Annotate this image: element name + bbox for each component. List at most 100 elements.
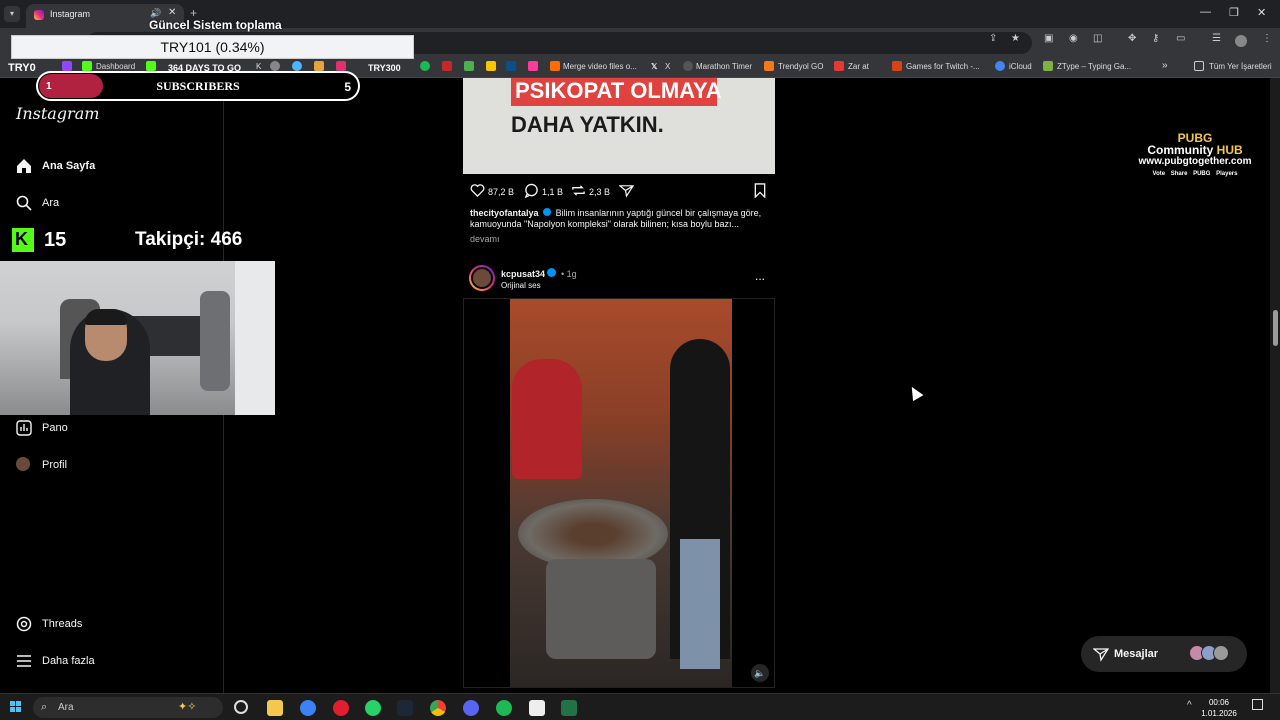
mute-icon[interactable]: 🔈 — [751, 664, 769, 682]
minimize-icon[interactable]: — — [1200, 6, 1211, 18]
webcam-chair-right — [200, 291, 230, 391]
settings-icon[interactable] — [234, 700, 248, 714]
star-badge-icon[interactable] — [486, 61, 496, 71]
trendyol-icon[interactable] — [764, 61, 774, 71]
tab-list-icon[interactable]: ☰ — [1212, 33, 1221, 44]
bookmark-icloud[interactable]: iCloud — [1009, 62, 1032, 71]
bookmark-star-icon[interactable]: ★ — [1011, 33, 1020, 44]
dice-icon[interactable] — [834, 61, 844, 71]
globe-icon[interactable] — [292, 61, 302, 71]
twitch-icon[interactable] — [62, 61, 72, 71]
post-audio-link[interactable]: Orijinal ses — [501, 281, 541, 290]
whatsapp-icon[interactable] — [365, 700, 381, 716]
bookmark-merge-video[interactable]: Merge video files o... — [563, 62, 637, 71]
close-window-icon[interactable]: ✕ — [1257, 6, 1266, 19]
instagram-icon[interactable] — [336, 61, 346, 71]
bookmark-all[interactable]: Tüm Yer İşaretleri — [1209, 62, 1272, 71]
video-stove — [546, 559, 656, 659]
device-icon[interactable]: ▭ — [1176, 33, 1185, 44]
webcam-overlay — [0, 261, 275, 415]
bookmark-icon — [754, 183, 766, 198]
caption-username[interactable]: thecityofantalya — [470, 208, 539, 218]
messages-button[interactable]: Mesajlar — [1081, 636, 1247, 672]
ticker-try300: TRY300 — [368, 63, 401, 73]
games-icon[interactable] — [892, 61, 902, 71]
bookmark-x[interactable]: X — [665, 62, 670, 71]
translate-icon[interactable]: ▣ — [1044, 33, 1053, 44]
bookmark-zar-at[interactable]: Zar at — [848, 62, 869, 71]
windows-start-icon[interactable] — [10, 701, 22, 713]
stream-ticker: TRY101 (0.34%) — [11, 35, 414, 59]
media-icon[interactable] — [528, 61, 538, 71]
tool-icon[interactable]: ✥ — [1128, 33, 1136, 44]
taskbar-search[interactable]: ⌕ Ara ✦✧ — [33, 697, 223, 718]
video-person-red-hoodie — [512, 359, 582, 479]
install-app-icon[interactable]: ⇪ — [989, 33, 997, 44]
reposts-count: 2,3 B — [589, 187, 611, 197]
merge-icon[interactable] — [550, 61, 560, 71]
puzzle-icon[interactable]: ◫ — [1093, 33, 1102, 44]
page-scrollbar[interactable] — [1270, 78, 1280, 693]
spotify-icon[interactable] — [420, 61, 430, 71]
caption-more-link[interactable]: devamı — [470, 234, 500, 244]
pubg-community-hub-overlay: PUBG Community HUB www.pubgtogether.com … — [1132, 132, 1258, 180]
app-icon[interactable] — [300, 700, 316, 716]
steam-icon[interactable] — [397, 700, 413, 716]
more-options-icon[interactable]: ... — [755, 269, 765, 283]
chevron-up-icon[interactable]: ^ — [1187, 700, 1192, 711]
profile-avatar[interactable] — [1235, 35, 1247, 47]
pubg-subtitle: Community HUB — [1132, 144, 1258, 156]
download-icon[interactable] — [464, 61, 474, 71]
file-explorer-icon[interactable] — [267, 700, 283, 716]
x-icon[interactable]: 𝕏 — [651, 62, 657, 71]
extension-icon[interactable]: ◉ — [1069, 33, 1078, 44]
repost-icon — [572, 185, 585, 196]
followers-count: Takipçi: 466 — [135, 229, 243, 250]
browser-menu-icon[interactable]: ⋮ — [1262, 33, 1272, 44]
bookmark-icon[interactable] — [314, 61, 324, 71]
bookmark-trendyol[interactable]: Trendyol GO — [778, 62, 824, 71]
avatar[interactable] — [469, 265, 495, 291]
post-video[interactable]: 🔈 — [463, 298, 775, 688]
post-image[interactable]: PSIKOPAT OLMAYA DAHA YATKIN. — [463, 78, 775, 174]
taskbar-time: 00:06 — [1208, 698, 1230, 707]
bookmark-ztype[interactable]: ZType – Typing Ga... — [1057, 62, 1131, 71]
post-time: • 1g — [561, 269, 577, 279]
ztype-icon[interactable] — [1043, 61, 1053, 71]
more-bookmarks-button[interactable]: » — [1162, 60, 1168, 71]
opera-icon[interactable] — [333, 700, 349, 716]
spotify-icon[interactable] — [496, 700, 512, 716]
flame-icon[interactable] — [442, 61, 452, 71]
post-actions: 87,2 B 1,1 B 2,3 B — [470, 183, 770, 201]
square-icon[interactable] — [506, 61, 516, 71]
windows-taskbar: ⌕ Ara ✦✧ ^ 00:06 1.01.2026 — [0, 693, 1280, 720]
bookmark-k[interactable]: K — [256, 62, 261, 71]
discord-icon[interactable] — [463, 700, 479, 716]
notepad-icon[interactable] — [529, 700, 545, 716]
restore-icon[interactable]: ❐ — [1229, 6, 1239, 19]
video-frame — [510, 299, 732, 687]
tab-search-button[interactable]: ▾ — [4, 6, 20, 22]
verified-icon — [543, 208, 552, 216]
notification-icon[interactable] — [1252, 699, 1263, 710]
key-icon[interactable]: ⚷ — [1152, 33, 1159, 44]
scrollbar-thumb[interactable] — [1273, 310, 1278, 346]
heart-icon — [470, 184, 485, 198]
post-username[interactable]: kcpusat34 — [501, 269, 545, 279]
kick-icon[interactable] — [82, 61, 92, 71]
kick-icon[interactable] — [146, 61, 156, 71]
taskbar-clock[interactable]: 00:06 1.01.2026 — [1198, 697, 1240, 719]
avatar-image — [471, 267, 493, 289]
folder-icon[interactable] — [1194, 61, 1204, 71]
excel-icon[interactable] — [561, 700, 577, 716]
bookmark-games-twitch[interactable]: Games for Twitch -... — [906, 62, 980, 71]
bookmark-dashboard[interactable]: Dashboard — [96, 62, 135, 71]
chrome-icon[interactable] — [430, 700, 446, 716]
timer-icon[interactable] — [683, 61, 693, 71]
icloud-icon[interactable] — [995, 61, 1005, 71]
close-tab-icon[interactable]: ✕ — [168, 7, 176, 18]
gear-icon[interactable] — [270, 61, 280, 71]
bookmark-marathon-timer[interactable]: Marathon Timer — [696, 62, 752, 71]
instagram-logo[interactable]: Instagram — [16, 104, 99, 123]
nav-more-label: Daha fazla — [42, 655, 95, 667]
